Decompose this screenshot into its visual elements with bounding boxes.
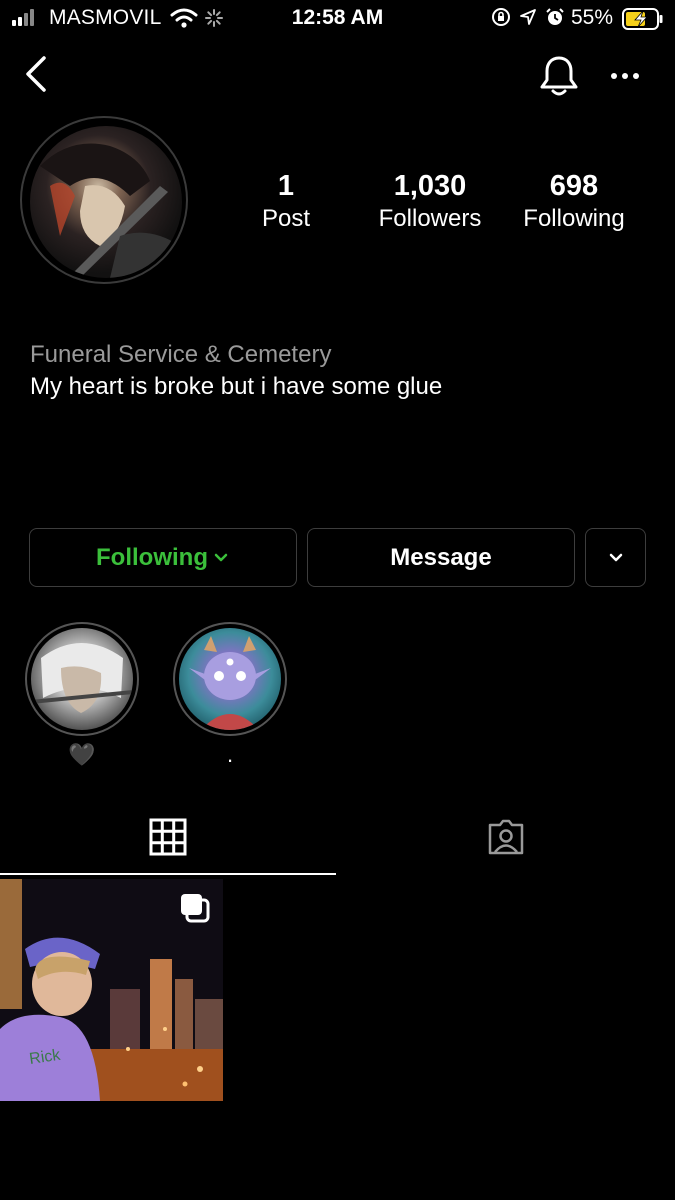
message-button-label: Message bbox=[390, 543, 492, 571]
posts-count: 1 bbox=[277, 170, 295, 202]
alarm-icon bbox=[546, 8, 564, 25]
avatar[interactable] bbox=[30, 126, 182, 278]
grid-icon bbox=[149, 818, 187, 856]
more-horizontal-icon bbox=[611, 73, 639, 79]
highlight-image bbox=[31, 643, 133, 713]
rotation-lock-icon bbox=[492, 8, 510, 26]
more-options-button[interactable] bbox=[608, 62, 642, 88]
followers-stat[interactable]: 1,030 Followers bbox=[360, 168, 500, 234]
back-button[interactable] bbox=[20, 52, 56, 96]
highlight-2-label: . bbox=[226, 742, 234, 767]
suggested-accounts-button[interactable] bbox=[585, 528, 646, 587]
following-stat[interactable]: 698 Following bbox=[508, 168, 640, 234]
tagged-person-icon bbox=[488, 819, 524, 855]
posts-stat[interactable]: 1 Post bbox=[236, 168, 336, 234]
battery-charging-icon bbox=[622, 8, 664, 35]
tab-posts-grid[interactable] bbox=[0, 805, 336, 875]
active-tab-indicator bbox=[0, 873, 336, 875]
carousel-icon bbox=[181, 894, 210, 923]
status-icons bbox=[491, 7, 565, 27]
post-thumbnail[interactable]: Rick bbox=[0, 879, 223, 1101]
chevron-left-icon bbox=[26, 56, 46, 92]
battery-percent: 55% bbox=[571, 6, 614, 29]
following-button-label: Following bbox=[96, 543, 208, 571]
following-count: 698 bbox=[549, 170, 599, 202]
bell-icon bbox=[540, 56, 578, 96]
location-icon bbox=[520, 9, 536, 25]
highlight-1[interactable] bbox=[31, 628, 133, 730]
followers-count: 1,030 bbox=[393, 170, 467, 202]
tab-tagged[interactable] bbox=[338, 805, 675, 875]
highlight-2[interactable] bbox=[179, 628, 281, 730]
avatar-image bbox=[40, 143, 182, 278]
message-button[interactable]: Message bbox=[307, 528, 575, 587]
followers-label: Followers bbox=[378, 205, 482, 232]
highlight-1-label: 🖤 bbox=[68, 742, 96, 767]
following-label: Following bbox=[523, 205, 625, 232]
following-button[interactable]: Following bbox=[29, 528, 297, 587]
status-bar: MASMOVIL 12:58 AM 55% bbox=[0, 0, 675, 40]
posts-label: Post bbox=[261, 205, 311, 232]
highlight-image bbox=[189, 636, 271, 730]
notifications-button[interactable] bbox=[538, 54, 580, 98]
chevron-down-icon bbox=[609, 553, 622, 561]
chevron-down-icon bbox=[214, 553, 228, 561]
profile-bio: My heart is broke but i have some glue bbox=[30, 373, 443, 400]
profile-category: Funeral Service & Cemetery bbox=[30, 341, 332, 368]
